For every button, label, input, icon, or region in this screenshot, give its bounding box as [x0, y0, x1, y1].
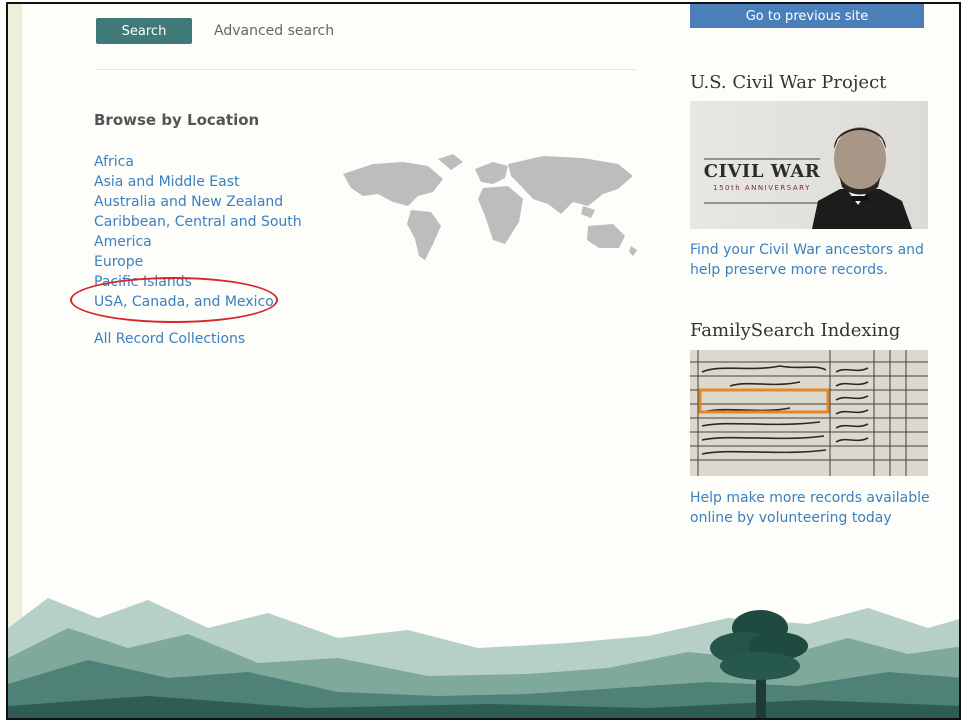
divider: [96, 69, 636, 70]
browse-by-location-title: Browse by Location: [94, 111, 260, 129]
mountain-landscape-footer: [8, 598, 959, 718]
all-record-collections-link[interactable]: All Record Collections: [94, 331, 245, 347]
indexing-title: FamilySearch Indexing: [690, 320, 901, 341]
world-map-icon[interactable]: [333, 144, 643, 269]
handwritten-record-icon: [690, 350, 928, 476]
highlight-annotation: [70, 277, 278, 323]
civil-war-title: U.S. Civil War Project: [690, 72, 887, 93]
search-button[interactable]: Search: [96, 18, 192, 44]
civil-war-banner[interactable]: CIVIL WAR 150th ANNIVERSARY: [690, 101, 928, 229]
advanced-search-link[interactable]: Advanced search: [214, 23, 334, 39]
browser-frame: Search Advanced search Browse by Locatio…: [6, 2, 961, 720]
location-link-europe[interactable]: Europe: [94, 252, 334, 272]
indexing-record-image[interactable]: [690, 350, 928, 476]
location-link-africa[interactable]: Africa: [94, 152, 334, 172]
civil-war-description[interactable]: Find your Civil War ancestors and help p…: [690, 240, 930, 280]
indexing-description[interactable]: Help make more records available online …: [690, 488, 930, 528]
lincoln-portrait-icon: [704, 127, 912, 229]
go-to-previous-site-button[interactable]: Go to previous site: [690, 4, 924, 28]
location-link-caribbean[interactable]: Caribbean, Central and South: [94, 212, 334, 232]
location-link-asia[interactable]: Asia and Middle East: [94, 172, 334, 192]
location-link-australia[interactable]: Australia and New Zealand: [94, 192, 334, 212]
location-link-america[interactable]: America: [94, 232, 334, 252]
